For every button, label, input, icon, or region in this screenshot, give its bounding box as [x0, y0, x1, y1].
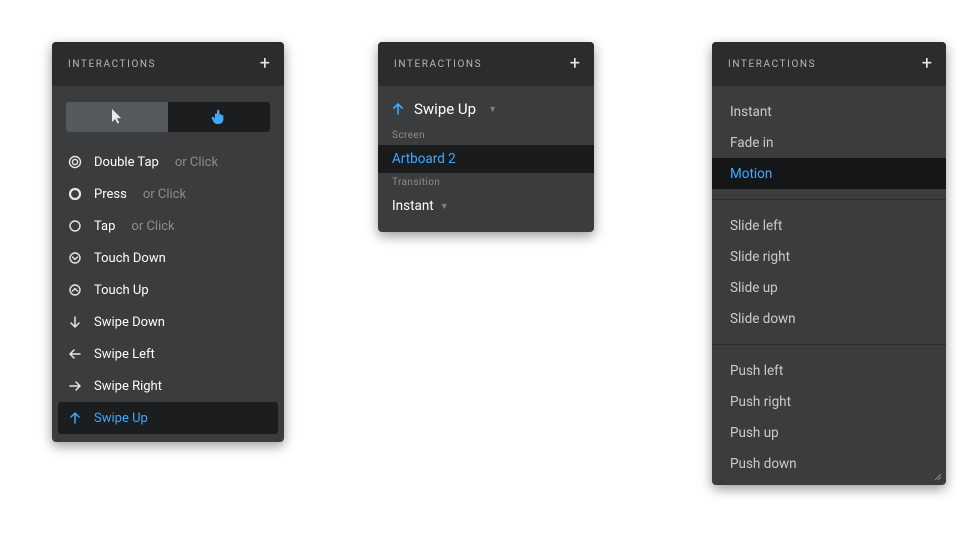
trigger-item[interactable]: Swipe Left — [58, 338, 278, 370]
panel-header: INTERACTIONS + — [52, 42, 284, 86]
trigger-suffix: or Click — [143, 187, 186, 202]
trigger-item[interactable]: Touch Up — [58, 274, 278, 306]
trigger-item[interactable]: Touch Down — [58, 242, 278, 274]
trigger-suffix: or Click — [175, 155, 218, 170]
trigger-item[interactable]: Swipe Up — [58, 402, 278, 434]
transition-option[interactable]: Slide left — [712, 210, 946, 241]
transition-field: Transition Instant ▼ — [378, 177, 594, 232]
chevron-down-icon: ▼ — [440, 201, 449, 212]
panel-header: INTERACTIONS + — [712, 42, 946, 86]
field-label: Screen — [378, 130, 594, 145]
swipe-up-icon — [68, 411, 82, 425]
pointer-mode-toggle[interactable] — [66, 102, 168, 132]
trigger-label: Swipe Left — [94, 347, 155, 362]
screen-field: Screen Artboard 2 — [378, 130, 594, 177]
trigger-label: Swipe Right — [94, 379, 162, 394]
panel-title: INTERACTIONS — [68, 59, 156, 70]
swipe-right-icon — [68, 380, 82, 392]
trigger-label: Touch Down — [94, 251, 166, 266]
trigger-label: Tap — [94, 219, 115, 234]
field-label: Transition — [378, 177, 594, 192]
trigger-label: Swipe Down — [94, 315, 165, 330]
transition-option[interactable]: Push up — [712, 417, 946, 448]
press-icon — [68, 187, 82, 201]
hand-icon — [211, 108, 227, 126]
trigger-label: Touch Up — [94, 283, 149, 298]
tap-icon — [68, 219, 82, 233]
interactions-panel-transition-options: INTERACTIONS + InstantFade inMotionSlide… — [712, 42, 946, 485]
panel-header: INTERACTIONS + — [378, 42, 594, 86]
trigger-item[interactable]: Press or Click — [58, 178, 278, 210]
interactions-panel-detail: INTERACTIONS + Swipe Up ▼ Screen Artboar… — [378, 42, 594, 232]
separator — [712, 344, 946, 345]
trigger-item[interactable]: Tap or Click — [58, 210, 278, 242]
trigger-label: Swipe Up — [414, 100, 476, 118]
transition-option[interactable]: Push left — [712, 355, 946, 386]
trigger-item[interactable]: Swipe Down — [58, 306, 278, 338]
transition-option-list: InstantFade inMotionSlide leftSlide righ… — [712, 90, 946, 485]
transition-option[interactable]: Slide down — [712, 303, 946, 334]
transition-option[interactable]: Fade in — [712, 127, 946, 158]
panel-title: INTERACTIONS — [728, 59, 816, 70]
option-group: Slide leftSlide rightSlide upSlide down — [712, 204, 946, 340]
transition-option[interactable]: Motion — [712, 158, 946, 189]
trigger-item[interactable]: Swipe Right — [58, 370, 278, 402]
swipe-up-icon — [392, 102, 404, 116]
transition-option[interactable]: Slide right — [712, 241, 946, 272]
transition-value-dropdown[interactable]: Instant ▼ — [378, 192, 594, 220]
transition-option[interactable]: Push down — [712, 448, 946, 479]
trigger-label: Swipe Up — [94, 411, 148, 426]
screen-value: Artboard 2 — [392, 151, 456, 167]
option-group: Push leftPush rightPush upPush down — [712, 349, 946, 485]
panel-title: INTERACTIONS — [394, 59, 482, 70]
trigger-item[interactable]: Double Tap or Click — [58, 146, 278, 178]
transition-option[interactable]: Push right — [712, 386, 946, 417]
add-interaction-button[interactable]: + — [570, 55, 580, 73]
chevron-down-icon: ▼ — [488, 104, 497, 115]
touch-down-icon — [68, 251, 82, 265]
transition-option[interactable]: Instant — [712, 96, 946, 127]
interactions-panel-triggers: INTERACTIONS + Double Tap or Click Press or… — [52, 42, 284, 442]
trigger-label: Double Tap — [94, 155, 159, 170]
option-group: InstantFade inMotion — [712, 90, 946, 195]
swipe-down-icon — [68, 315, 82, 329]
trigger-suffix: or Click — [131, 219, 174, 234]
transition-option[interactable]: Slide up — [712, 272, 946, 303]
resize-handle-icon[interactable] — [934, 473, 942, 481]
screen-value-dropdown[interactable]: Artboard 2 — [378, 145, 594, 173]
trigger-list: Double Tap or Click Press or Click Tap or Cli… — [58, 146, 278, 434]
mode-toggle — [66, 102, 270, 132]
add-interaction-button[interactable]: + — [922, 55, 932, 73]
touch-mode-toggle[interactable] — [168, 102, 270, 132]
touch-up-icon — [68, 283, 82, 297]
transition-value: Instant — [392, 198, 434, 214]
swipe-left-icon — [68, 348, 82, 360]
cursor-icon — [110, 108, 124, 126]
double-tap-icon — [68, 155, 82, 169]
separator — [712, 199, 946, 200]
trigger-label: Press — [94, 187, 127, 202]
trigger-dropdown[interactable]: Swipe Up ▼ — [378, 86, 594, 130]
add-interaction-button[interactable]: + — [260, 55, 270, 73]
